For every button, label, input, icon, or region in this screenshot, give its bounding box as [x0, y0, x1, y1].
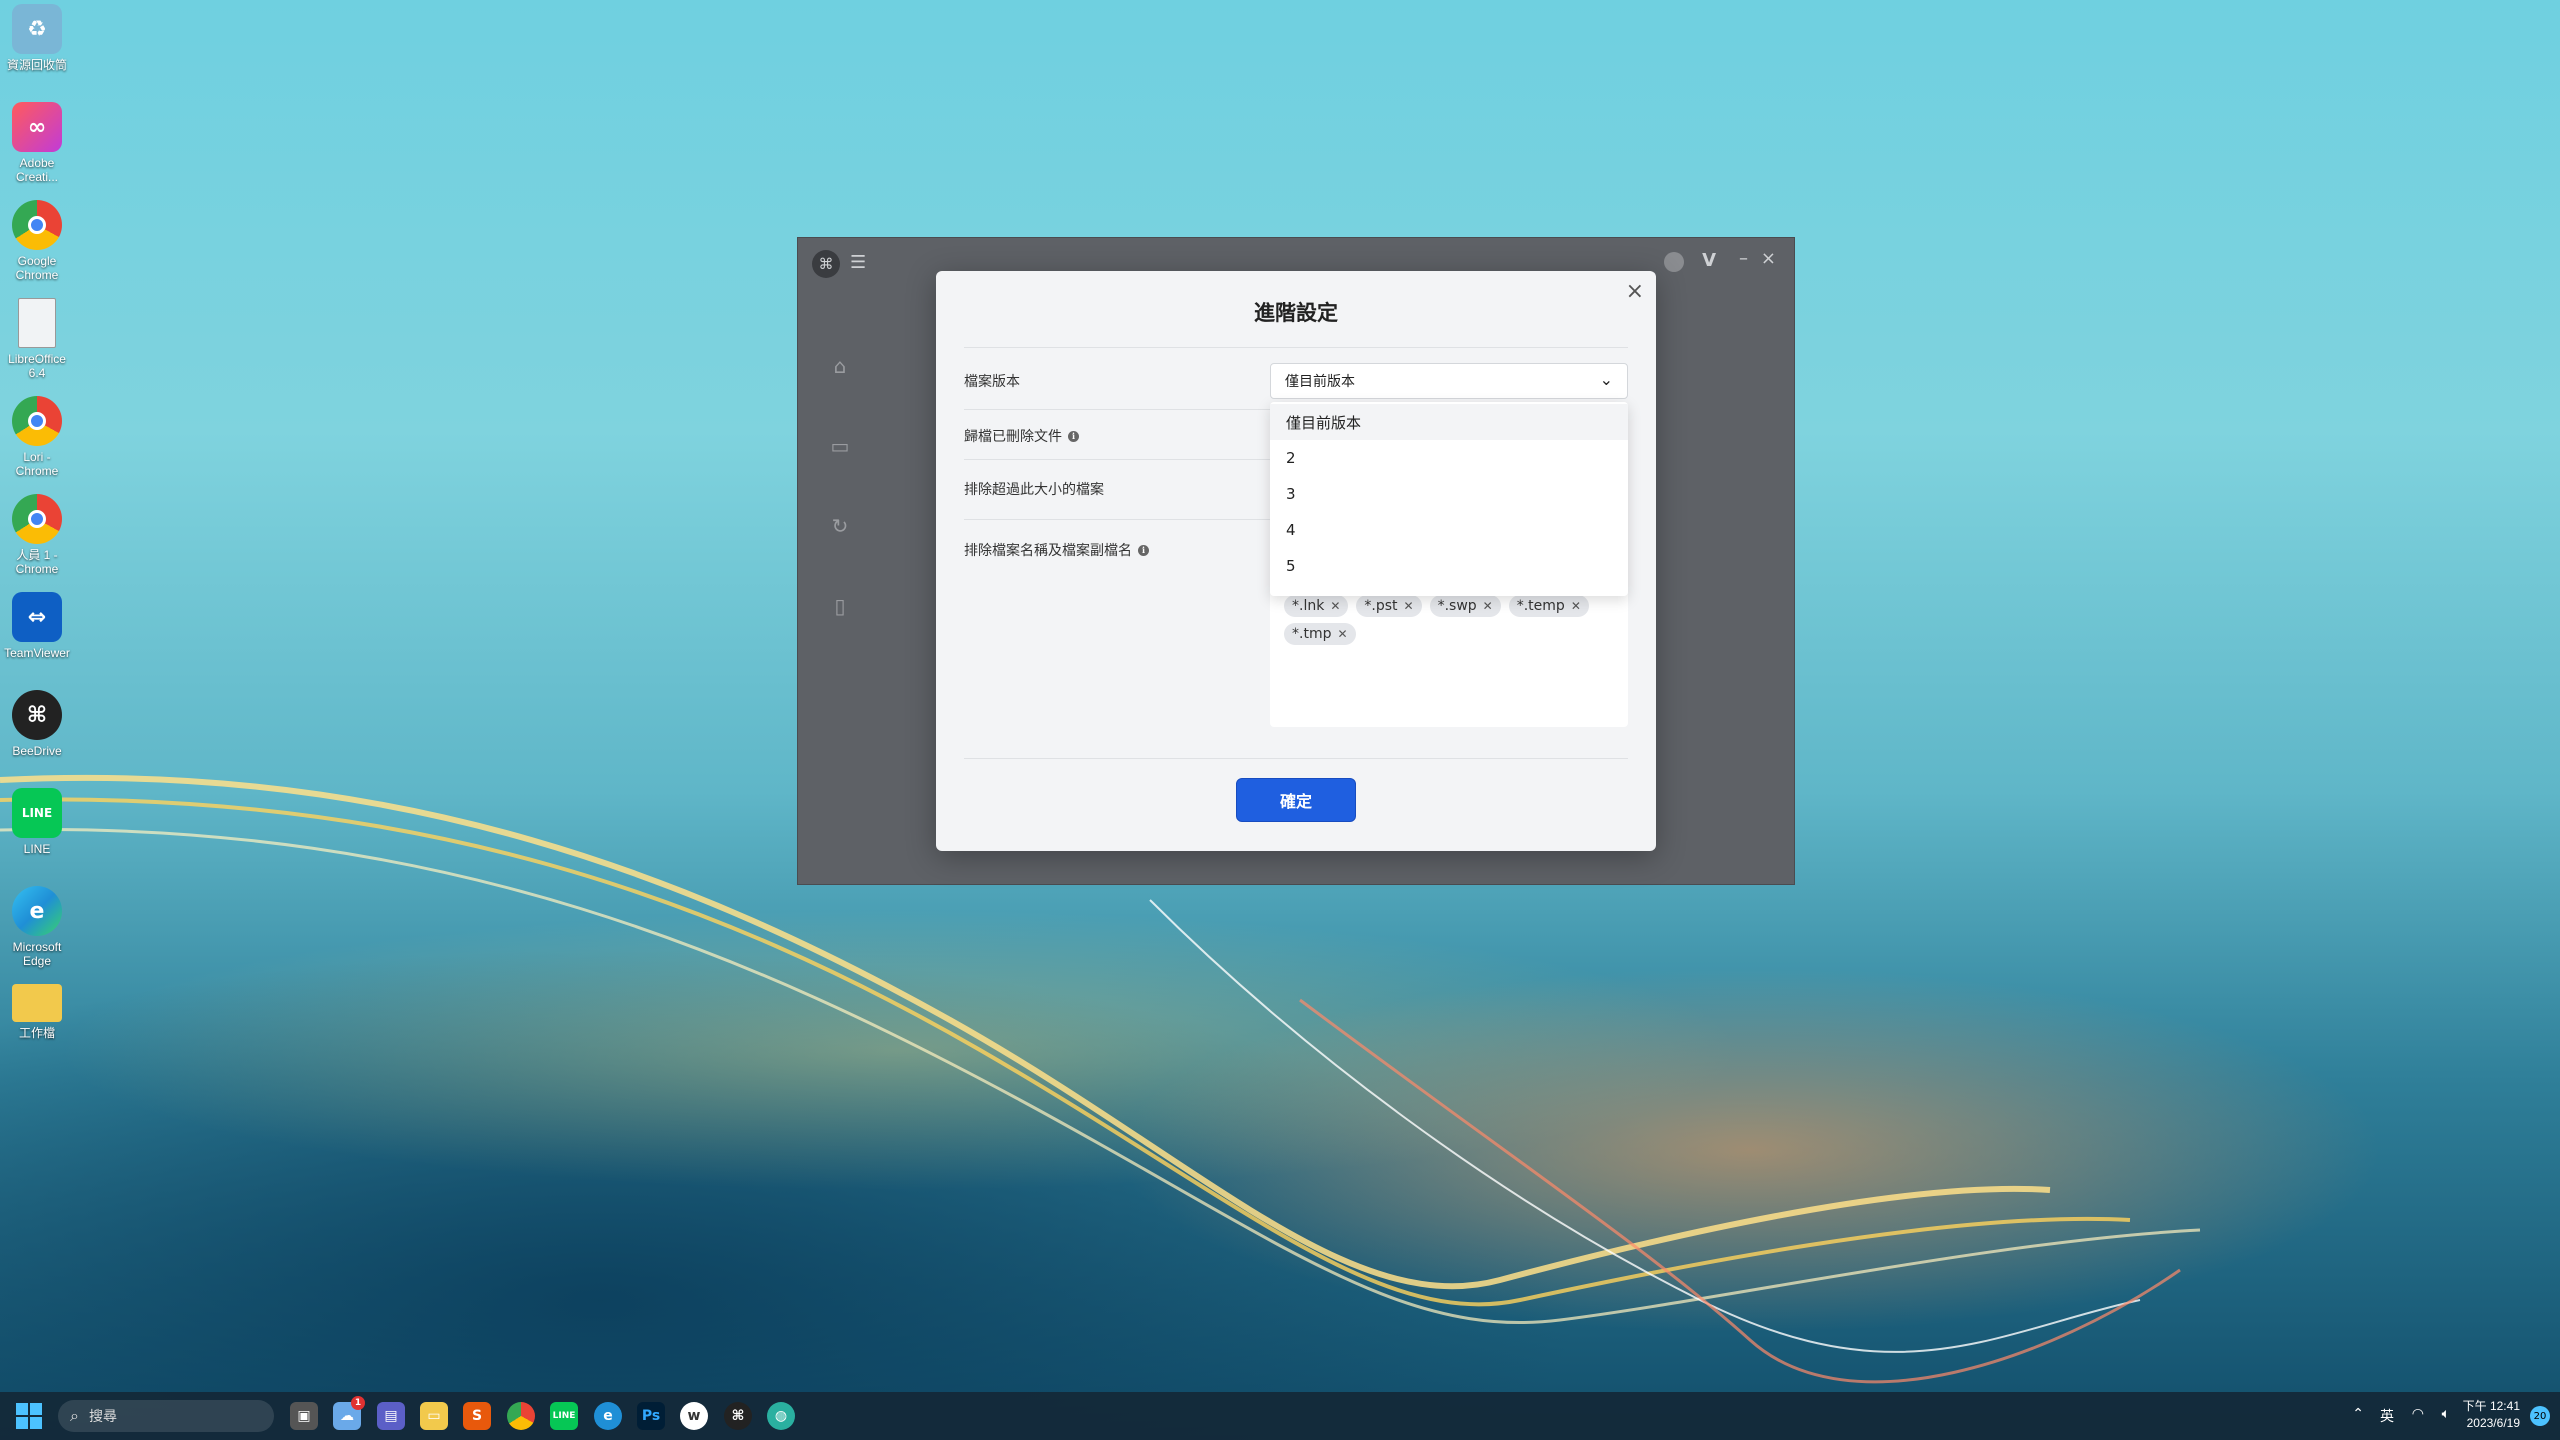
archive-deleted-label: 歸檔已刪除文件 i: [964, 426, 1079, 446]
chrome-profile-icon: [12, 494, 62, 544]
search-icon: ⌕: [70, 1406, 79, 1425]
extension-tags: *.lnk ✕ *.pst ✕ *.swp ✕ *.temp ✕ *.tmp ✕: [1284, 595, 1614, 645]
beedrive-icon[interactable]: ⌘: [724, 1402, 752, 1430]
avatar[interactable]: [1664, 252, 1684, 272]
dropdown-option[interactable]: 2: [1270, 440, 1628, 476]
sublime-icon[interactable]: S: [463, 1402, 491, 1430]
phone-icon[interactable]: ▯: [828, 594, 852, 618]
notification-badge: 1: [351, 1396, 365, 1410]
desktop-icon-edge[interactable]: e Microsoft Edge: [4, 886, 70, 968]
file-explorer-icon[interactable]: ▭: [420, 1402, 448, 1430]
remove-tag-icon[interactable]: ✕: [1404, 599, 1414, 613]
desktop-icon-lori-chrome[interactable]: Lori - Chrome: [4, 396, 70, 478]
photoshop-icon[interactable]: Ps: [637, 1402, 665, 1430]
minimize-icon[interactable]: –: [1739, 248, 1748, 269]
extension-tag: *.temp ✕: [1508, 595, 1589, 617]
close-icon[interactable]: ×: [1761, 248, 1776, 269]
edge-icon: e: [12, 886, 62, 936]
folder-icon: [12, 984, 62, 1022]
beedrive-icon: ⌘: [12, 690, 62, 740]
info-icon[interactable]: i: [1138, 544, 1149, 556]
exclude-size-label: 排除超過此大小的檔案: [964, 482, 1104, 498]
divider: [964, 758, 1628, 759]
clock[interactable]: 下午 12:41 2023/6/19: [2463, 1398, 2520, 1432]
dropdown-option[interactable]: 4: [1270, 512, 1628, 548]
desktop-icon-beedrive[interactable]: ⌘ BeeDrive: [4, 690, 70, 758]
chrome-profile-icon: [12, 396, 62, 446]
desktop-icon-line[interactable]: LINE LINE: [4, 788, 70, 856]
chrome-icon[interactable]: [507, 1402, 535, 1430]
file-version-label: 檔案版本: [964, 374, 1020, 390]
task-view-icon[interactable]: ▣: [290, 1402, 318, 1430]
dialog-title: 進階設定: [1254, 301, 1338, 325]
teamviewer-icon: ⇔: [12, 592, 62, 642]
extension-tag: *.lnk ✕: [1284, 595, 1349, 617]
divider: [964, 347, 1628, 348]
line-icon: LINE: [12, 788, 62, 838]
desktop-icon-recycle-bin[interactable]: ♻ 資源回收筒: [4, 4, 70, 72]
desktop-icon-adobe-cc[interactable]: ∞ Adobe Creati...: [4, 102, 70, 184]
extension-tag: *.pst ✕: [1356, 595, 1422, 617]
info-icon[interactable]: i: [1068, 430, 1079, 442]
close-icon[interactable]: ×: [1626, 279, 1644, 304]
globe-icon[interactable]: ◍: [767, 1402, 795, 1430]
dropdown-option[interactable]: 僅目前版本: [1270, 404, 1628, 440]
home-icon[interactable]: ⌂: [828, 354, 852, 378]
edge-icon[interactable]: e: [594, 1402, 622, 1430]
remove-tag-icon[interactable]: ✕: [1330, 599, 1340, 613]
dropdown-option[interactable]: 3: [1270, 476, 1628, 512]
advanced-settings-dialog: 進階設定 × 檔案版本 僅目前版本 ⌄ 歸檔已刪除文件 i 排除超過此大小的檔案…: [936, 271, 1656, 851]
adobe-cc-icon: ∞: [12, 102, 62, 152]
dropdown-option[interactable]: 5: [1270, 548, 1628, 584]
windows-start-icon[interactable]: [16, 1403, 42, 1429]
weather-icon[interactable]: ☁ 1: [333, 1396, 365, 1430]
desktop-icon-person1-chrome[interactable]: 人員 1 - Chrome: [4, 494, 70, 576]
notification-center[interactable]: 20: [2530, 1406, 2550, 1426]
chevron-up-icon[interactable]: ⌃: [2352, 1406, 2364, 1422]
chevron-down-icon: ⌄: [1599, 370, 1613, 389]
input-language[interactable]: 英: [2380, 1406, 2394, 1426]
wifi-icon[interactable]: ◠: [2412, 1406, 2424, 1422]
beedrive-logo-icon: ⌘: [812, 250, 840, 278]
select-value: 僅目前版本: [1285, 374, 1355, 390]
teams-icon[interactable]: ▤: [377, 1402, 405, 1430]
file-version-dropdown: 僅目前版本 2 3 4 5: [1270, 402, 1628, 596]
chrome-icon: [12, 200, 62, 250]
remove-tag-icon[interactable]: ✕: [1483, 599, 1493, 613]
extension-tag: *.tmp ✕: [1284, 623, 1356, 645]
recycle-bin-icon: ♻: [12, 4, 62, 54]
monitor-icon[interactable]: ▭: [828, 434, 852, 458]
taskbar: ⌕ 搜尋 ▣ ☁ 1 ▤ ▭ S LINE e Ps w ⌘ ◍ ⌃ 英 ◠ 🔈︎…: [0, 1392, 2560, 1440]
remove-tag-icon[interactable]: ✕: [1571, 599, 1581, 613]
file-version-select[interactable]: 僅目前版本 ⌄: [1270, 363, 1628, 399]
extension-tag: *.swp ✕: [1429, 595, 1501, 617]
desktop-icon-chrome[interactable]: Google Chrome: [4, 200, 70, 282]
app-w-icon[interactable]: w: [680, 1402, 708, 1430]
desktop-icon-work-folder[interactable]: 工作檔: [4, 984, 70, 1040]
taskbar-search[interactable]: ⌕ 搜尋: [58, 1400, 274, 1432]
line-icon[interactable]: LINE: [550, 1402, 578, 1430]
sync-icon[interactable]: ↻: [828, 514, 852, 538]
volume-icon[interactable]: 🔈︎: [2442, 1406, 2450, 1422]
hamburger-icon[interactable]: ☰: [850, 252, 866, 273]
exclude-names-label: 排除檔案名稱及檔案副檔名 i: [964, 540, 1149, 560]
remove-tag-icon[interactable]: ✕: [1337, 627, 1347, 641]
confirm-button[interactable]: 確定: [1236, 778, 1356, 822]
desktop-icon-libreoffice[interactable]: LibreOffice 6.4: [4, 298, 70, 380]
desktop-icon-teamviewer[interactable]: ⇔ TeamViewer: [4, 592, 70, 660]
file-icon: [18, 298, 56, 348]
user-initial[interactable]: V: [1702, 250, 1716, 271]
